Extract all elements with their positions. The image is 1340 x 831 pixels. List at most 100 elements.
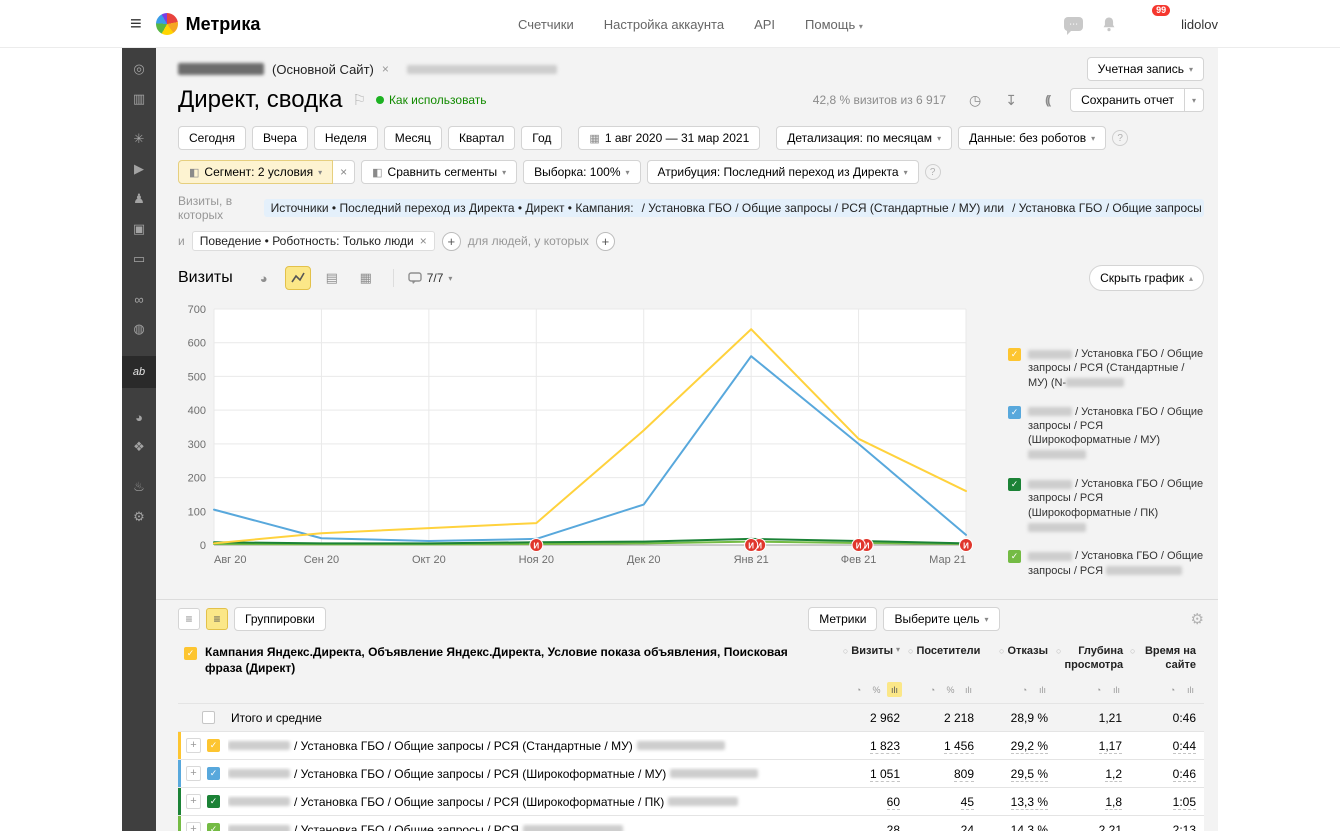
date-range-button[interactable]: ▦1 авг 2020 — 31 мар 2021 <box>578 126 760 150</box>
cell-visits[interactable]: 1 823 <box>870 739 900 754</box>
row-checkbox[interactable]: ✓ <box>207 823 220 831</box>
segment-clear-button[interactable]: × <box>333 160 355 184</box>
segment-dropdown[interactable]: ◧Сегмент: 2 условия ▾ <box>178 160 333 184</box>
feedback-icon[interactable]: ⋯ <box>1064 17 1083 31</box>
pie-mode-icon[interactable]: ◔ <box>1017 682 1032 697</box>
metrics-button[interactable]: Метрики <box>808 607 877 631</box>
legend-item[interactable]: ✓ / Установка ГБО / Общие запросы / РСЯ … <box>1008 405 1204 462</box>
account-button[interactable]: Учетная запись ▾ <box>1087 57 1204 81</box>
legend-item[interactable]: ✓ / Установка ГБО / Общие запросы / РСЯ … <box>1008 477 1204 534</box>
row-name[interactable]: / Установка ГБО / Общие запросы / РСЯ (Ш… <box>228 767 834 781</box>
save-report-button[interactable]: Сохранить отчет <box>1070 88 1185 112</box>
add-condition-button[interactable]: + <box>442 232 461 251</box>
nav-account-settings[interactable]: Настройка аккаунта <box>604 17 724 32</box>
audience-icon[interactable]: ♟ <box>122 186 156 212</box>
table-chart-type-icon[interactable]: ▦ <box>353 266 379 290</box>
row-checkbox[interactable]: ✓ <box>207 739 220 752</box>
hamburger-menu-icon[interactable]: ≡ <box>130 13 142 36</box>
nav-api[interactable]: API <box>754 17 775 32</box>
pie-mode-icon[interactable]: ◔ <box>1091 682 1106 697</box>
cell-visitors[interactable]: 24 <box>961 823 974 831</box>
sources-icon[interactable]: ◍ <box>122 316 156 342</box>
row-name[interactable]: / Установка ГБО / Общие запросы / РСЯ <box>228 823 834 831</box>
experiments-icon[interactable]: ab <box>122 356 156 388</box>
groupings-button[interactable]: Группировки <box>234 607 326 631</box>
legend-item[interactable]: ✓ / Установка ГБО / Общие запросы / РСЯ <box>1008 549 1204 578</box>
compare-segments-dropdown[interactable]: ◧Сравнить сегменты ▾ <box>361 160 517 184</box>
hide-chart-button[interactable]: Скрыть график ▴ <box>1089 265 1204 291</box>
period-month-button[interactable]: Месяц <box>384 126 442 150</box>
period-today-button[interactable]: Сегодня <box>178 126 246 150</box>
expand-row-button[interactable]: + <box>186 738 201 753</box>
totals-checkbox[interactable] <box>202 711 215 724</box>
cell-visitors[interactable]: 45 <box>961 795 974 810</box>
favorites-icon[interactable]: ✳ <box>122 126 156 152</box>
percent-mode-icon[interactable]: % <box>943 682 958 697</box>
colored-list-view-icon[interactable]: ≡ <box>206 608 228 630</box>
select-all-checkbox[interactable]: ✓ <box>184 647 197 660</box>
help-icon[interactable]: ? <box>1112 130 1128 146</box>
column-bounce[interactable]: ○Отказы <box>999 645 1048 659</box>
summary-icon[interactable]: ◎ <box>122 56 156 82</box>
cell-time[interactable]: 1:05 <box>1173 795 1196 810</box>
close-icon[interactable]: × <box>382 62 389 76</box>
visits-line-chart[interactable]: 0100200300400500600700Авг 20Сен 20Окт 20… <box>178 299 990 565</box>
reports-icon[interactable]: ▥ <box>122 86 156 112</box>
nav-help[interactable]: Помощь ▾ <box>805 17 863 32</box>
expand-row-button[interactable]: + <box>186 794 201 809</box>
username[interactable]: lidolov <box>1181 17 1218 32</box>
bars-mode-icon[interactable]: ılı <box>1035 682 1050 697</box>
how-to-use-link[interactable]: Как использовать <box>376 93 487 107</box>
bars-mode-icon[interactable]: ılı <box>1183 682 1198 697</box>
annotations-icon[interactable]: (( <box>1034 87 1060 113</box>
export-download-icon[interactable]: ↧ <box>998 87 1024 113</box>
pie-mode-icon[interactable]: ◔ <box>1165 682 1180 697</box>
cell-time[interactable]: 0:46 <box>1173 767 1196 782</box>
period-yesterday-button[interactable]: Вчера <box>252 126 308 150</box>
cell-visits[interactable]: 28 <box>887 823 900 831</box>
column-depth[interactable]: ○Глубина просмотра <box>1056 645 1123 673</box>
legend-checkbox[interactable]: ✓ <box>1008 348 1021 361</box>
row-name[interactable]: / Установка ГБО / Общие запросы / РСЯ (Ш… <box>228 795 834 809</box>
data-mode-dropdown[interactable]: Данные: без роботов ▾ <box>958 126 1106 150</box>
cell-time[interactable]: 0:44 <box>1173 739 1196 754</box>
column-time[interactable]: ○Время на сайте <box>1130 645 1196 673</box>
add-people-condition-button[interactable]: + <box>596 232 615 251</box>
stacked-chart-type-icon[interactable]: ▤ <box>319 266 345 290</box>
table-row[interactable]: + ✓ / Установка ГБО / Общие запросы / РС… <box>178 731 1204 759</box>
bars-mode-icon[interactable]: ılı <box>961 682 976 697</box>
table-row[interactable]: + ✓ / Установка ГБО / Общие запросы / РС… <box>178 815 1204 831</box>
cell-depth[interactable]: 1,2 <box>1105 767 1122 782</box>
bars-mode-icon[interactable]: ılı <box>887 682 902 697</box>
cell-time[interactable]: 2:13 <box>1173 823 1196 831</box>
sampling-dropdown[interactable]: Выборка: 100% ▾ <box>523 160 640 184</box>
period-year-button[interactable]: Год <box>521 126 562 150</box>
row-name[interactable]: / Установка ГБО / Общие запросы / РСЯ (С… <box>228 739 834 753</box>
cell-depth[interactable]: 1,8 <box>1105 795 1122 810</box>
expand-row-button[interactable]: + <box>186 822 201 831</box>
percent-mode-icon[interactable]: % <box>869 682 884 697</box>
cell-depth[interactable]: 1,17 <box>1099 739 1122 754</box>
table-row[interactable]: + ✓ / Установка ГБО / Общие запросы / РС… <box>178 759 1204 787</box>
list-view-icon[interactable]: ≡ <box>178 608 200 630</box>
column-visitors[interactable]: ○Посетители <box>908 645 980 659</box>
condition-chip-campaign[interactable]: Источники • Последний переход из Директа… <box>264 199 1204 217</box>
metrica-logo[interactable] <box>156 13 178 35</box>
period-week-button[interactable]: Неделя <box>314 126 378 150</box>
close-icon[interactable]: × <box>420 234 427 248</box>
pie-chart-type-icon[interactable]: ◕ <box>251 266 277 290</box>
devices-icon[interactable]: ▭ <box>122 246 156 272</box>
choose-goal-dropdown[interactable]: Выберите цель ▾ <box>883 607 999 631</box>
integrations-icon[interactable]: ❖ <box>122 434 156 460</box>
nav-counters[interactable]: Счетчики <box>518 17 574 32</box>
table-row[interactable]: + ✓ / Установка ГБО / Общие запросы / РС… <box>178 787 1204 815</box>
detalization-dropdown[interactable]: Детализация: по месяцам ▾ <box>776 126 952 150</box>
settings-gear-icon[interactable]: ⚙ <box>122 504 156 530</box>
period-quarter-button[interactable]: Квартал <box>448 126 515 150</box>
table-settings-gear-icon[interactable]: ⚙ <box>1191 610 1204 628</box>
pie-mode-icon[interactable]: ◔ <box>851 682 866 697</box>
help-icon[interactable]: ? <box>925 164 941 180</box>
row-checkbox[interactable]: ✓ <box>207 795 220 808</box>
column-visits[interactable]: ○Визиты▾ <box>843 645 900 659</box>
cell-bounce[interactable]: 13,3 % <box>1011 795 1048 810</box>
